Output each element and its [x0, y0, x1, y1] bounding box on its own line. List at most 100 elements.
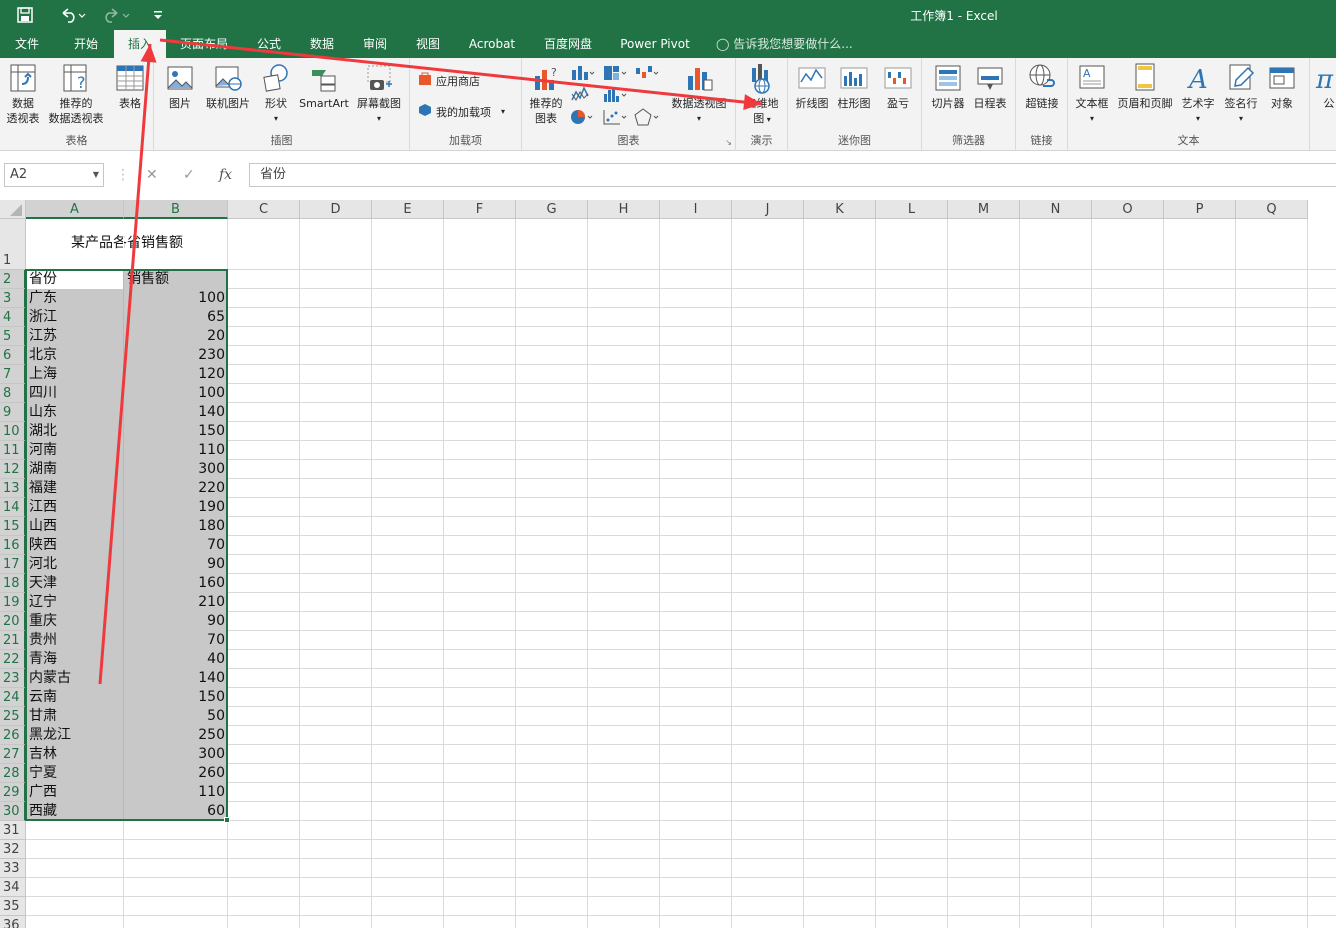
- hierarchy-chart-icon[interactable]: [602, 64, 628, 85]
- spreadsheet-grid[interactable]: A B C D E F G H I J K L M N O P Q 1 2 3 4 5 6 7 8 9 10 11 12 13 14 15 16…: [0, 200, 1336, 928]
- row-header-19[interactable]: 19: [0, 593, 26, 612]
- row-header-32[interactable]: 32: [0, 840, 26, 859]
- column-header-h[interactable]: H: [588, 200, 660, 219]
- row-header-23[interactable]: 23: [0, 669, 26, 688]
- textbox-button[interactable]: A 文本框 ▾: [1072, 62, 1112, 126]
- row-header-26[interactable]: 26: [0, 726, 26, 745]
- column-header-d[interactable]: D: [300, 200, 372, 219]
- store-button[interactable]: 应用商店: [418, 72, 480, 89]
- column-header-o[interactable]: O: [1092, 200, 1164, 219]
- pivot-chart-button[interactable]: 数据透视图 ▾: [668, 62, 730, 126]
- wordart-button[interactable]: A 艺术字 ▾: [1178, 62, 1218, 126]
- line-chart-icon[interactable]: [570, 86, 596, 107]
- column-header-b[interactable]: B: [124, 200, 228, 219]
- row-header-7[interactable]: 7: [0, 365, 26, 384]
- smartart-button[interactable]: SmartArt: [298, 62, 350, 111]
- row-header-33[interactable]: 33: [0, 859, 26, 878]
- row-header-31[interactable]: 31: [0, 821, 26, 840]
- screenshot-button[interactable]: 屏幕截图 ▾: [352, 62, 406, 126]
- row-header-28[interactable]: 28: [0, 764, 26, 783]
- pivot-table-button[interactable]: 数据 透视表: [4, 62, 42, 126]
- row-header-12[interactable]: 12: [0, 460, 26, 479]
- cancel-icon[interactable]: ✕: [146, 163, 158, 187]
- enter-icon[interactable]: ✓: [183, 163, 195, 187]
- object-button[interactable]: 对象: [1264, 62, 1300, 111]
- table-button[interactable]: 表格: [112, 62, 148, 111]
- column-header-j[interactable]: J: [732, 200, 804, 219]
- row-header-22[interactable]: 22: [0, 650, 26, 669]
- tab-power-pivot[interactable]: Power Pivot: [614, 30, 696, 58]
- column-header-n[interactable]: N: [1020, 200, 1092, 219]
- 3d-map-button[interactable]: 三维地 图 ▾: [740, 62, 784, 127]
- my-addins-button[interactable]: 我的加载项 ▾: [418, 103, 505, 120]
- tab-review[interactable]: 审阅: [352, 30, 398, 58]
- statistic-chart-icon[interactable]: [602, 86, 628, 107]
- row-header-3[interactable]: 3: [0, 289, 26, 308]
- tab-insert[interactable]: 插入: [114, 30, 166, 58]
- tab-page-layout[interactable]: 页面布局: [170, 30, 238, 58]
- sparkline-column-button[interactable]: 柱形图: [834, 62, 874, 111]
- column-header-g[interactable]: G: [516, 200, 588, 219]
- waterfall-chart-icon[interactable]: [634, 64, 660, 85]
- column-header-f[interactable]: F: [444, 200, 516, 219]
- row-header-1[interactable]: 1: [0, 219, 26, 270]
- hyperlink-button[interactable]: 超链接: [1020, 62, 1064, 111]
- scatter-chart-icon[interactable]: [602, 108, 628, 129]
- row-header-9[interactable]: 9: [0, 403, 26, 422]
- dialog-launcher-icon[interactable]: ↘: [725, 138, 732, 147]
- row-header-20[interactable]: 20: [0, 612, 26, 631]
- slicer-button[interactable]: 切片器: [928, 62, 968, 111]
- fill-handle[interactable]: [224, 817, 230, 823]
- pie-chart-icon[interactable]: [570, 108, 596, 129]
- row-header-25[interactable]: 25: [0, 707, 26, 726]
- sparkline-line-button[interactable]: 折线图: [792, 62, 832, 111]
- row-header-2[interactable]: 2: [0, 270, 26, 289]
- row-header-5[interactable]: 5: [0, 327, 26, 346]
- recommended-charts-button[interactable]: ? 推荐的 图表: [526, 62, 566, 126]
- row-header-4[interactable]: 4: [0, 308, 26, 327]
- column-header-k[interactable]: K: [804, 200, 876, 219]
- tab-file[interactable]: 文件: [0, 30, 54, 58]
- name-box-dropdown-icon[interactable]: ▼: [93, 164, 99, 186]
- tell-me-box[interactable]: ◯ 告诉我您想要做什么...: [716, 30, 853, 58]
- tab-view[interactable]: 视图: [404, 30, 452, 58]
- column-header-q[interactable]: Q: [1236, 200, 1308, 219]
- row-header-17[interactable]: 17: [0, 555, 26, 574]
- row-header-24[interactable]: 24: [0, 688, 26, 707]
- sheet-title-cell[interactable]: 某产品各省销售额: [26, 234, 228, 252]
- equation-button[interactable]: π 公: [1314, 62, 1336, 111]
- row-header-29[interactable]: 29: [0, 783, 26, 802]
- tab-data[interactable]: 数据: [298, 30, 346, 58]
- row-header-21[interactable]: 21: [0, 631, 26, 650]
- row-header-35[interactable]: 35: [0, 897, 26, 916]
- select-all-corner[interactable]: [0, 200, 26, 219]
- row-header-8[interactable]: 8: [0, 384, 26, 403]
- row-header-30[interactable]: 30: [0, 802, 26, 821]
- tab-formulas[interactable]: 公式: [244, 30, 294, 58]
- row-header-18[interactable]: 18: [0, 574, 26, 593]
- tab-baidu[interactable]: 百度网盘: [536, 30, 600, 58]
- header-footer-button[interactable]: 页眉和页脚: [1114, 62, 1176, 111]
- timeline-button[interactable]: 日程表: [970, 62, 1010, 111]
- insert-function-icon[interactable]: fx: [219, 163, 232, 187]
- online-picture-button[interactable]: 联机图片: [202, 62, 254, 111]
- column-chart-icon[interactable]: [570, 64, 596, 85]
- radar-chart-icon[interactable]: [634, 108, 660, 129]
- row-header-34[interactable]: 34: [0, 878, 26, 897]
- name-box[interactable]: A2 ▼: [4, 163, 104, 187]
- row-header-6[interactable]: 6: [0, 346, 26, 365]
- tab-home[interactable]: 开始: [58, 30, 114, 58]
- row-header-36[interactable]: 36: [0, 916, 26, 928]
- row-header-14[interactable]: 14: [0, 498, 26, 517]
- row-header-27[interactable]: 27: [0, 745, 26, 764]
- shapes-button[interactable]: 形状 ▾: [258, 62, 294, 126]
- column-header-l[interactable]: L: [876, 200, 948, 219]
- row-header-15[interactable]: 15: [0, 517, 26, 536]
- formula-input[interactable]: 省份: [249, 163, 1336, 187]
- row-header-10[interactable]: 10: [0, 422, 26, 441]
- column-header-m[interactable]: M: [948, 200, 1020, 219]
- picture-button[interactable]: 图片: [162, 62, 198, 111]
- sparkline-winloss-button[interactable]: 盈亏: [878, 62, 918, 111]
- row-header-13[interactable]: 13: [0, 479, 26, 498]
- column-header-e[interactable]: E: [372, 200, 444, 219]
